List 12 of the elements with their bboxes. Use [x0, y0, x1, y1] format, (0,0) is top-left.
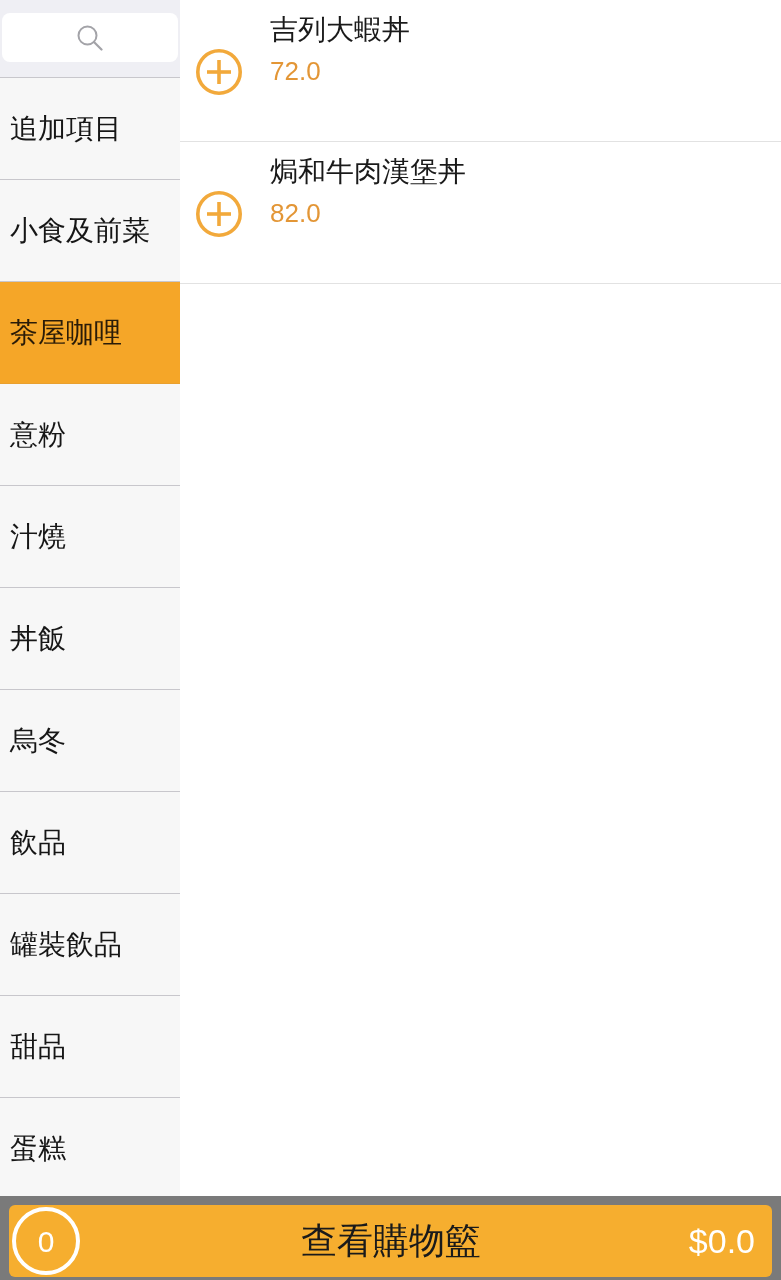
search-icon — [77, 24, 103, 51]
category-item[interactable]: 茶屋咖哩 — [0, 282, 180, 384]
add-circle-icon[interactable] — [196, 191, 242, 237]
item-name: 吉列大蝦丼 — [270, 13, 410, 47]
item-price: 82.0 — [270, 197, 322, 230]
cart-count-badge: 0 — [12, 1207, 80, 1275]
item-price: 72.0 — [270, 55, 322, 88]
search-field[interactable] — [2, 13, 178, 62]
item-name: 焗和牛肉漢堡丼 — [270, 155, 466, 189]
cart-total: $0.0 — [688, 1220, 755, 1262]
view-cart-button[interactable]: 0 查看購物籃 $0.0 — [9, 1205, 772, 1277]
add-circle-icon[interactable] — [196, 49, 242, 95]
